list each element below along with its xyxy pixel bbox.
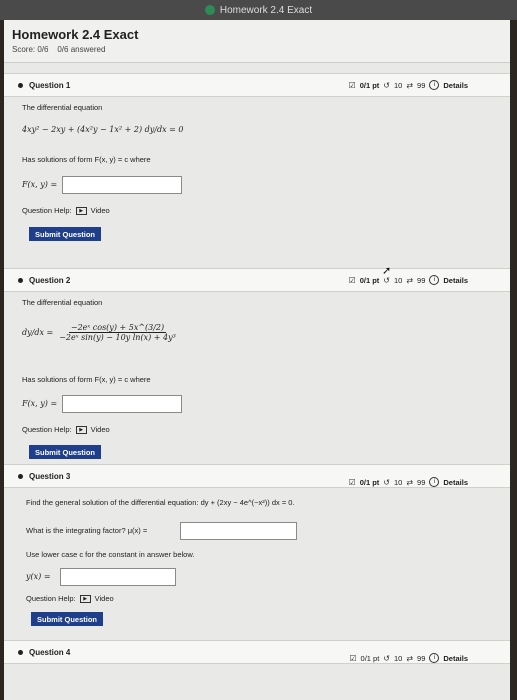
question-4-details[interactable]: Details [443, 654, 468, 663]
video-link[interactable]: Video [95, 594, 114, 603]
question-3-details[interactable]: Details [443, 478, 468, 487]
question-3-integrating-label: What is the integrating factor? μ(x) = [26, 526, 148, 535]
question-2-points: 0/1 pt [359, 275, 380, 285]
question-2-denominator: −2eˣ sin(y) − 10y ln(x) + 4y³ [59, 333, 176, 342]
integrating-factor-input[interactable] [180, 522, 297, 540]
help-label: Question Help: [26, 594, 76, 603]
site-favicon-icon [204, 5, 215, 15]
bullet-icon [18, 82, 23, 88]
question-2-form-text: Has solutions of form F(x, y) = c where [22, 375, 151, 384]
question-2-label: Question 2 [29, 275, 71, 285]
attempts-icon: ⇄ [406, 477, 414, 487]
general-solution-input[interactable] [60, 568, 176, 586]
video-icon[interactable]: ▶ [75, 206, 87, 215]
page-title: Homework 2.4 Exact [12, 27, 139, 42]
browser-tab-title: Homework 2.4 Exact [219, 4, 313, 16]
question-4-points: 0/1 pt [360, 653, 380, 663]
score-icon: ☑ [348, 80, 356, 90]
question-3-note: Use lower case c for the constant in ans… [26, 550, 195, 559]
question-3-prompt: Find the general solution of the differe… [26, 498, 295, 507]
question-4-retries: 10 [394, 653, 403, 663]
help-label: Question Help: [22, 425, 72, 434]
score-icon: ☑ [349, 653, 357, 663]
details-icon[interactable]: i [429, 80, 440, 90]
question-3-retries: 10 [394, 477, 403, 487]
question-1-attempts: 99 [417, 80, 426, 90]
bullet-icon [18, 473, 23, 479]
attempts-icon: ⇄ [406, 275, 414, 285]
browser-title-bar: Homework 2.4 Exact [0, 0, 517, 20]
details-icon[interactable]: i [429, 275, 440, 285]
score-icon: ☑ [348, 477, 356, 487]
question-2-attempts: 99 [417, 275, 426, 285]
question-4-header[interactable]: Question 4 ☑ 0/1 pt ↺ 10 ⇄ 99 i Details [4, 640, 510, 664]
question-1-help: Question Help: ▶ Video [22, 206, 110, 215]
question-3-points: 0/1 pt [359, 477, 380, 487]
help-label: Question Help: [22, 206, 72, 215]
details-icon[interactable]: i [429, 477, 440, 487]
question-3-attempts: 99 [417, 477, 426, 487]
question-2-intro: The differential equation [22, 298, 103, 307]
question-1-submit-button[interactable]: Submit Question [29, 227, 101, 241]
video-link[interactable]: Video [91, 425, 110, 434]
video-icon[interactable]: ▶ [79, 594, 91, 603]
homework-page: Homework 2.4 Exact Score: 0/6 0/6 answer… [4, 20, 510, 700]
attempts-icon: ⇄ [406, 653, 414, 663]
question-3-header[interactable]: Question 3 ☑ 0/1 pt ↺ 10 ⇄ 99 i Details [4, 464, 510, 488]
question-1-meta: ☑ 0/1 pt ↺ 10 ⇄ 99 i Details [349, 80, 468, 90]
question-2-answer-input[interactable] [62, 395, 182, 413]
question-3-body: Find the general solution of the differe… [4, 488, 510, 638]
question-4-attempts: 99 [417, 653, 426, 663]
question-2-lhs: dy/dx = [22, 328, 54, 337]
video-link[interactable]: Video [91, 206, 110, 215]
retry-icon: ↺ [383, 653, 390, 663]
question-3-meta: ☑ 0/1 pt ↺ 10 ⇄ 99 i Details [349, 477, 468, 487]
question-2-submit-button[interactable]: Submit Question [29, 445, 101, 459]
question-2-numerator: −2eˣ cos(y) + 5x^(3/2) [68, 323, 167, 333]
question-1-body: The differential equation 4xy² − 2xy + (… [4, 98, 510, 248]
question-2-meta: ☑ 0/1 pt ↺ 10 ⇄ 99 i Details [349, 275, 468, 285]
details-icon[interactable]: i [429, 653, 440, 663]
question-1-equation: 4xy² − 2xy + (4x²y − 1x² + 2) dy/dx = 0 [22, 125, 184, 134]
question-2-body: The differential equation dy/dx = −2eˣ c… [4, 293, 510, 443]
question-2-header[interactable]: Question 2 ☑ 0/1 pt ↺ 10 ⇄ 99 i Details [4, 268, 510, 292]
answered-text: 0/6 answered [57, 45, 106, 54]
question-1-label: Question 1 [29, 80, 71, 90]
question-2-retries: 10 [394, 275, 403, 285]
attempts-icon: ⇄ [406, 80, 414, 90]
question-3-label: Question 3 [29, 471, 71, 481]
question-4-meta: ☑ 0/1 pt ↺ 10 ⇄ 99 i Details [349, 653, 468, 663]
question-2-answer-label: F(x, y) = [22, 399, 58, 408]
homework-header: Homework 2.4 Exact Score: 0/6 0/6 answer… [4, 20, 510, 63]
mouse-cursor-icon: ➚ [382, 265, 392, 277]
question-2-fraction: −2eˣ cos(y) + 5x^(3/2) −2eˣ sin(y) − 10y… [59, 323, 176, 342]
question-2-details[interactable]: Details [443, 276, 468, 285]
question-1-form-text: Has solutions of form F(x, y) = c where [22, 155, 151, 164]
question-2-help: Question Help: ▶ Video [22, 425, 110, 434]
bullet-icon [18, 649, 23, 655]
question-1-answer-label: F(x, y) = [22, 180, 58, 189]
question-3-help: Question Help: ▶ Video [26, 594, 114, 603]
bullet-icon [18, 277, 23, 283]
score-icon: ☑ [348, 275, 356, 285]
retry-icon: ↺ [383, 477, 390, 487]
score-text: Score: 0/6 [12, 45, 49, 54]
score-line: Score: 0/6 0/6 answered [12, 45, 105, 54]
question-3-y-label: y(x) = [26, 572, 51, 581]
question-1-intro: The differential equation [22, 103, 103, 112]
question-1-answer-input[interactable] [62, 176, 182, 194]
question-1-retries: 10 [394, 80, 403, 90]
question-4-label: Question 4 [29, 647, 71, 657]
video-icon[interactable]: ▶ [75, 425, 87, 434]
question-1-header[interactable]: Question 1 ☑ 0/1 pt ↺ 10 ⇄ 99 i Details [4, 73, 510, 97]
question-3-submit-button[interactable]: Submit Question [31, 612, 103, 626]
question-2-equation: dy/dx = −2eˣ cos(y) + 5x^(3/2) −2eˣ sin(… [22, 323, 176, 342]
retry-icon: ↺ [383, 80, 390, 90]
question-1-points: 0/1 pt [359, 80, 380, 90]
question-1-details[interactable]: Details [443, 81, 468, 90]
